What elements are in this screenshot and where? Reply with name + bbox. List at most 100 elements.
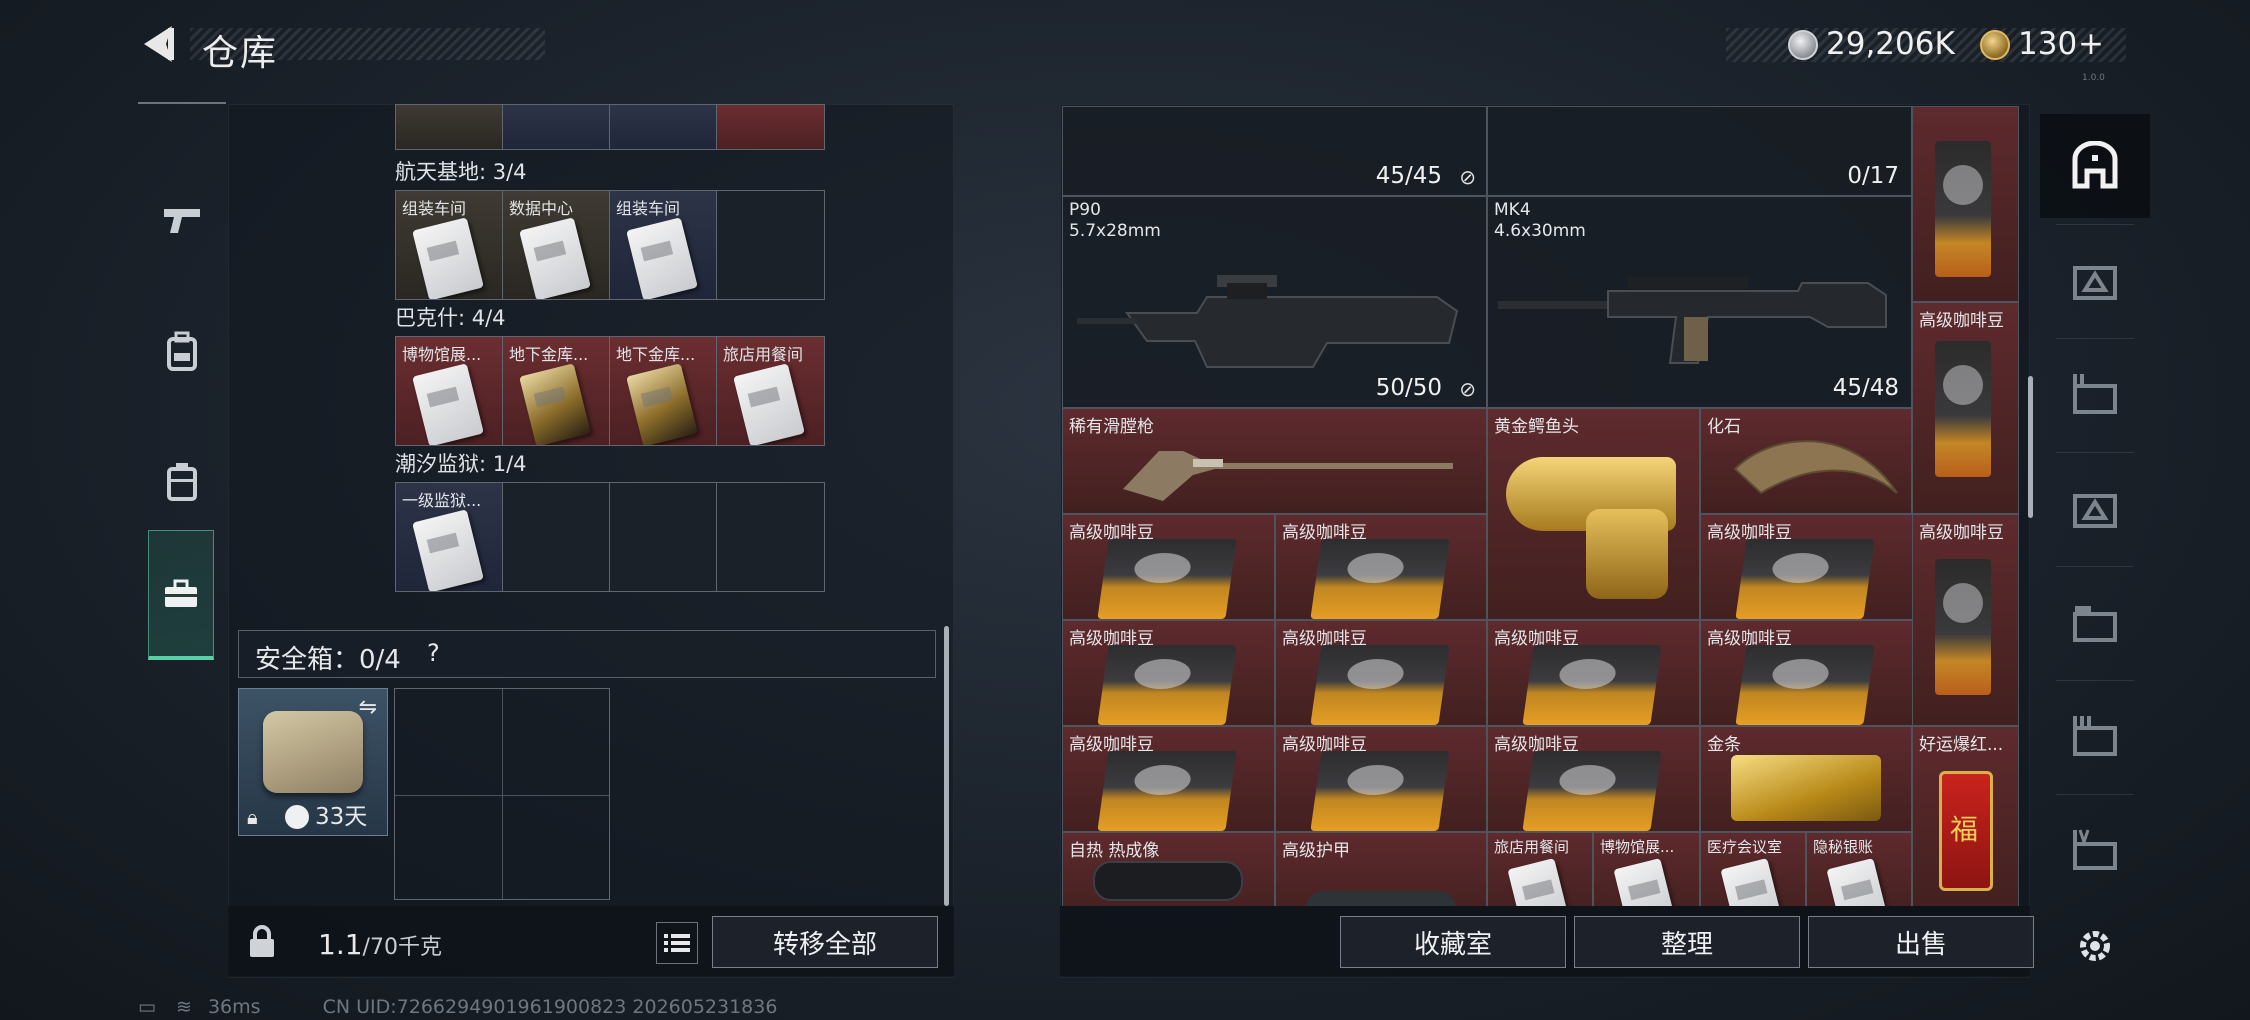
stash-tab-3[interactable] bbox=[2040, 342, 2150, 446]
gold-bar-item[interactable]: 金条 bbox=[1700, 726, 1912, 832]
golden-croc-item[interactable]: 黄金鳄鱼头 bbox=[1487, 408, 1700, 620]
help-icon[interactable]: ? bbox=[427, 639, 440, 667]
gold-coin-icon bbox=[1980, 30, 2010, 60]
fortune-glyph: 福 bbox=[1950, 813, 1979, 846]
coffee-bag-item[interactable]: 高级咖啡豆 bbox=[1912, 302, 2019, 514]
coffee-bean-item[interactable]: 高级咖啡豆 bbox=[1275, 726, 1487, 832]
sort-button[interactable]: 整理 bbox=[1574, 916, 1800, 968]
coffee-bean-item[interactable]: 高级咖啡豆 bbox=[1062, 726, 1275, 832]
premium-balance: 130 bbox=[2018, 26, 2078, 62]
coffee-bean-item[interactable]: 高级咖啡豆 bbox=[1700, 514, 1913, 620]
collection-room-button[interactable]: 收藏室 bbox=[1340, 916, 1566, 968]
silver-coin-icon bbox=[1788, 30, 1818, 60]
swap-icon[interactable]: ⇋ bbox=[359, 695, 377, 720]
item-name: 金条 bbox=[1707, 735, 1741, 755]
key-slot-row: 一级监狱... bbox=[395, 482, 825, 592]
coffee-pack-image bbox=[1097, 539, 1237, 619]
left-scrollbar[interactable] bbox=[944, 626, 949, 906]
key-slot[interactable] bbox=[396, 105, 503, 149]
list-view-button[interactable] bbox=[656, 922, 698, 964]
stash-tab-6[interactable] bbox=[2040, 684, 2150, 788]
safebox-timer: 33天 bbox=[315, 804, 368, 830]
stash-tab-2[interactable] bbox=[2040, 228, 2150, 332]
rail-gear-tab[interactable] bbox=[138, 286, 226, 416]
empty-slot[interactable] bbox=[503, 483, 610, 591]
key-card-item[interactable]: 旅店用餐间 bbox=[1487, 832, 1593, 906]
weapon-mk4[interactable]: MK4 4.6x30mm 45/48 bbox=[1487, 196, 1912, 408]
rail-weapons-tab[interactable] bbox=[138, 156, 226, 286]
coffee-bag-image bbox=[1935, 341, 1991, 477]
stash-main-tab[interactable] bbox=[2040, 114, 2150, 218]
back-arrow-icon bbox=[144, 26, 174, 62]
key-card-item[interactable]: 博物馆展... bbox=[1593, 832, 1700, 906]
firecracker-image: 福 bbox=[1939, 771, 1993, 891]
coffee-pack-image bbox=[1735, 539, 1875, 619]
key-card-slot[interactable]: 地下金库... bbox=[503, 337, 610, 445]
key-slot-row: 组装车间 数据中心 组装车间 bbox=[395, 190, 825, 300]
stash-tab-4[interactable] bbox=[2040, 456, 2150, 560]
key-card-image bbox=[1613, 858, 1675, 906]
map-key-label: 航天基地: 3/4 bbox=[395, 160, 527, 184]
thermal-item[interactable]: 自热 热成像 bbox=[1062, 832, 1275, 906]
coffee-bag-item[interactable]: 高级咖啡豆 bbox=[1912, 514, 2019, 726]
empty-slot[interactable] bbox=[717, 483, 824, 591]
key-card-slot[interactable]: 组装车间 bbox=[396, 191, 503, 299]
ammo-count: 0/17 bbox=[1847, 163, 1899, 189]
safebox-image bbox=[263, 711, 363, 793]
coffee-bean-item[interactable]: 高级咖啡豆 bbox=[1062, 514, 1275, 620]
rail-toolbox-tab[interactable] bbox=[148, 530, 214, 660]
key-slot[interactable] bbox=[503, 105, 610, 149]
key-card-name: 组装车间 bbox=[402, 199, 467, 218]
coffee-bag-item[interactable] bbox=[1912, 106, 2019, 302]
item-name: P90 bbox=[1069, 200, 1101, 220]
key-card-slot[interactable]: 数据中心 bbox=[503, 191, 610, 299]
sell-button[interactable]: 出售 bbox=[1808, 916, 2034, 968]
key-card-slot[interactable]: 地下金库... bbox=[610, 337, 717, 445]
stash-page-icon bbox=[2073, 374, 2117, 414]
musket-item[interactable]: 稀有滑膛枪 bbox=[1062, 408, 1487, 514]
settings-button[interactable] bbox=[2040, 894, 2150, 998]
fossil-item[interactable]: 化石 bbox=[1700, 408, 1912, 514]
key-card-slot[interactable]: 博物馆展... bbox=[396, 337, 503, 445]
armor-item[interactable]: 高级护甲 bbox=[1275, 832, 1487, 906]
key-slot[interactable] bbox=[717, 105, 824, 149]
coffee-bean-item[interactable]: 高级咖啡豆 bbox=[1275, 514, 1487, 620]
stash-scrollbar[interactable] bbox=[2028, 376, 2033, 518]
stash-tab-7[interactable] bbox=[2040, 798, 2150, 902]
key-card-image bbox=[519, 217, 591, 299]
transfer-all-button[interactable]: 转移全部 bbox=[712, 916, 938, 968]
safebox-case[interactable]: ⇋ 🔒︎ 33天 bbox=[238, 688, 388, 836]
coffee-pack-image bbox=[1310, 539, 1450, 619]
key-slot[interactable] bbox=[610, 105, 717, 149]
back-button[interactable] bbox=[138, 22, 180, 66]
coffee-bean-item[interactable]: 高级咖啡豆 bbox=[1062, 620, 1275, 726]
stash-item[interactable]: 0/17 bbox=[1487, 106, 1912, 196]
lock-weight-button[interactable] bbox=[240, 920, 284, 964]
key-card-slot[interactable]: 一级监狱... bbox=[396, 483, 503, 591]
key-card-item[interactable]: 医疗会议室 bbox=[1700, 832, 1806, 906]
coffee-bean-item[interactable]: 高级咖啡豆 bbox=[1487, 620, 1700, 726]
key-card-name: 博物馆展... bbox=[402, 345, 482, 364]
key-card-name: 一级监狱... bbox=[402, 491, 482, 510]
rail-container-tab[interactable] bbox=[138, 416, 226, 546]
add-currency-button[interactable]: + bbox=[2078, 26, 2104, 62]
battery-icon: ▭ bbox=[138, 996, 156, 1018]
empty-slot[interactable] bbox=[610, 483, 717, 591]
stash-item[interactable]: 45/45 ⊘ bbox=[1062, 106, 1487, 196]
key-card-slot[interactable]: 组装车间 bbox=[610, 191, 717, 299]
lucky-item[interactable]: 好运爆红... 福 bbox=[1912, 726, 2019, 906]
weapon-p90[interactable]: P90 5.7x28mm 50/50 ⊘ bbox=[1062, 196, 1487, 408]
weight-value: 1.1 bbox=[318, 928, 363, 961]
safebox-grid[interactable] bbox=[394, 688, 610, 900]
stash-tab-5[interactable] bbox=[2040, 570, 2150, 674]
key-card-item[interactable]: 隐秘银账 bbox=[1806, 832, 1912, 906]
stash-page-icon bbox=[2073, 606, 2117, 642]
map-key-label: 潮汐监狱: 1/4 bbox=[395, 452, 527, 476]
coffee-bean-item[interactable]: 高级咖啡豆 bbox=[1487, 726, 1700, 832]
coffee-bag-image bbox=[1935, 141, 1991, 277]
key-card-image bbox=[1720, 858, 1782, 906]
coffee-bean-item[interactable]: 高级咖啡豆 bbox=[1275, 620, 1487, 726]
empty-slot[interactable] bbox=[717, 191, 824, 299]
coffee-bean-item[interactable]: 高级咖啡豆 bbox=[1700, 620, 1913, 726]
key-card-slot[interactable]: 旅店用餐间 bbox=[717, 337, 824, 445]
